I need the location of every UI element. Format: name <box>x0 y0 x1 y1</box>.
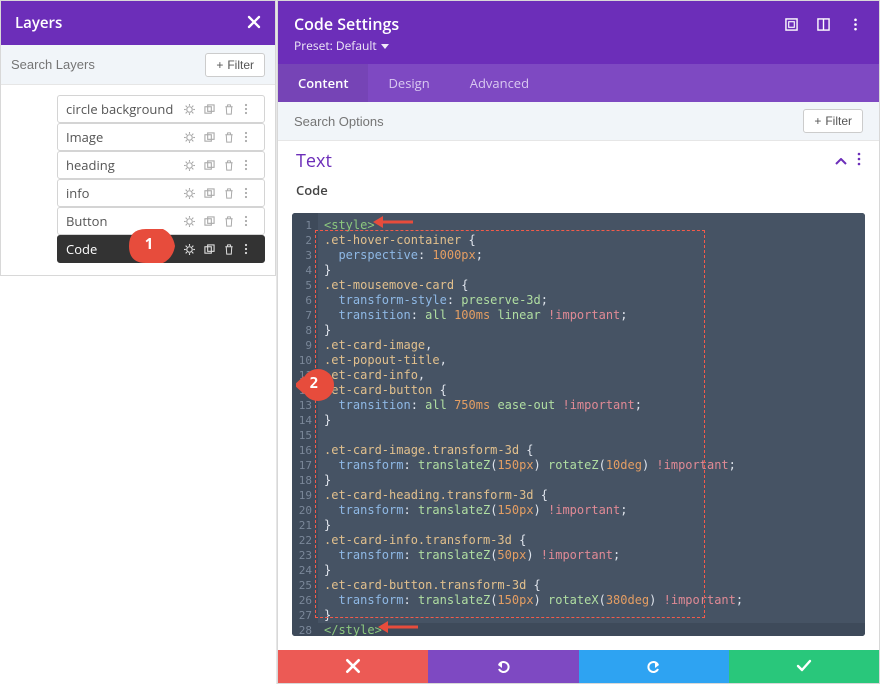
gear-icon[interactable] <box>184 160 196 171</box>
expand-full-icon[interactable] <box>785 18 799 31</box>
search-layers-input[interactable] <box>11 57 197 72</box>
layer-actions <box>184 159 256 171</box>
duplicate-icon[interactable] <box>204 132 216 143</box>
filter-label: Filter <box>825 114 852 128</box>
more-icon[interactable] <box>244 243 256 255</box>
layer-actions <box>184 243 256 255</box>
more-icon[interactable] <box>244 103 256 115</box>
layer-item[interactable]: heading <box>57 151 265 179</box>
section: Text Code <box>278 141 879 209</box>
layer-actions <box>184 103 256 115</box>
preset-dropdown[interactable]: Preset: Default <box>294 37 863 54</box>
trash-icon[interactable] <box>224 244 236 255</box>
gear-icon[interactable] <box>184 104 196 115</box>
more-icon[interactable] <box>244 187 256 199</box>
more-icon[interactable] <box>244 159 256 171</box>
more-icon[interactable] <box>849 18 863 31</box>
search-options-input[interactable] <box>294 114 795 129</box>
collapse-icon[interactable] <box>835 152 847 171</box>
trash-icon[interactable] <box>224 104 236 115</box>
footer-actions <box>278 650 879 683</box>
settings-tabs: ContentDesignAdvanced <box>278 64 879 102</box>
layer-label: heading <box>66 156 115 174</box>
layer-item[interactable]: circle background <box>57 95 265 123</box>
plus-icon: + <box>814 114 821 128</box>
trash-icon[interactable] <box>224 160 236 171</box>
more-icon[interactable] <box>244 131 256 143</box>
redo-button[interactable] <box>579 650 729 683</box>
preset-label: Preset: Default <box>294 37 377 54</box>
layer-label: info <box>66 184 89 202</box>
layers-panel: Layers + Filter circle background Image … <box>0 0 277 684</box>
gear-icon[interactable] <box>184 244 196 255</box>
tab-design[interactable]: Design <box>368 64 449 102</box>
more-icon[interactable] <box>244 215 256 227</box>
filter-button[interactable]: + Filter <box>205 53 265 77</box>
annotation-marker-1: 1 <box>129 229 169 259</box>
trash-icon[interactable] <box>224 132 236 143</box>
gear-icon[interactable] <box>184 132 196 143</box>
layer-actions <box>184 215 256 227</box>
section-title: Text <box>296 149 332 173</box>
undo-button[interactable] <box>428 650 578 683</box>
duplicate-icon[interactable] <box>204 104 216 115</box>
code-editor[interactable]: 1234567891011121314151617181920212223242… <box>292 213 865 635</box>
layers-title: Layers <box>15 13 62 33</box>
duplicate-icon[interactable] <box>204 216 216 227</box>
cancel-button[interactable] <box>278 650 428 683</box>
save-button[interactable] <box>729 650 879 683</box>
code-settings-title: Code Settings <box>294 13 399 35</box>
more-icon[interactable] <box>857 152 861 171</box>
layer-item[interactable]: Image <box>57 123 265 151</box>
layer-label: Code <box>66 240 97 258</box>
filter-button[interactable]: + Filter <box>803 109 863 133</box>
layer-item[interactable]: info <box>57 179 265 207</box>
gear-icon[interactable] <box>184 216 196 227</box>
layer-actions <box>184 187 256 199</box>
tab-advanced[interactable]: Advanced <box>450 64 549 102</box>
filter-label: Filter <box>227 58 254 72</box>
duplicate-icon[interactable] <box>204 188 216 199</box>
duplicate-icon[interactable] <box>204 244 216 255</box>
settings-searchbar: + Filter <box>278 102 879 141</box>
layer-label: Button <box>66 212 107 230</box>
close-icon[interactable] <box>247 14 261 32</box>
layer-label: Image <box>66 128 103 146</box>
code-label: Code <box>296 181 861 199</box>
gear-icon[interactable] <box>184 188 196 199</box>
header-actions <box>785 18 863 31</box>
line-number-gutter: 1234567891011121314151617181920212223242… <box>292 213 318 635</box>
code-content[interactable]: 2 <style>.et-hover-container { perspecti… <box>318 213 865 635</box>
code-settings-panel: Code Settings Preset: Default <box>277 0 880 684</box>
tab-content[interactable]: Content <box>278 64 368 102</box>
duplicate-icon[interactable] <box>204 160 216 171</box>
chevron-down-icon <box>381 37 389 54</box>
layer-label: circle background <box>66 100 173 118</box>
layers-searchbar: + Filter <box>1 45 275 85</box>
plus-icon: + <box>216 58 223 72</box>
trash-icon[interactable] <box>224 188 236 199</box>
layers-header: Layers <box>1 1 275 45</box>
trash-icon[interactable] <box>224 216 236 227</box>
annotation-marker-2: 2 <box>296 368 332 398</box>
split-column-icon[interactable] <box>817 18 831 31</box>
layer-actions <box>184 131 256 143</box>
code-settings-header: Code Settings Preset: Default <box>278 1 879 64</box>
